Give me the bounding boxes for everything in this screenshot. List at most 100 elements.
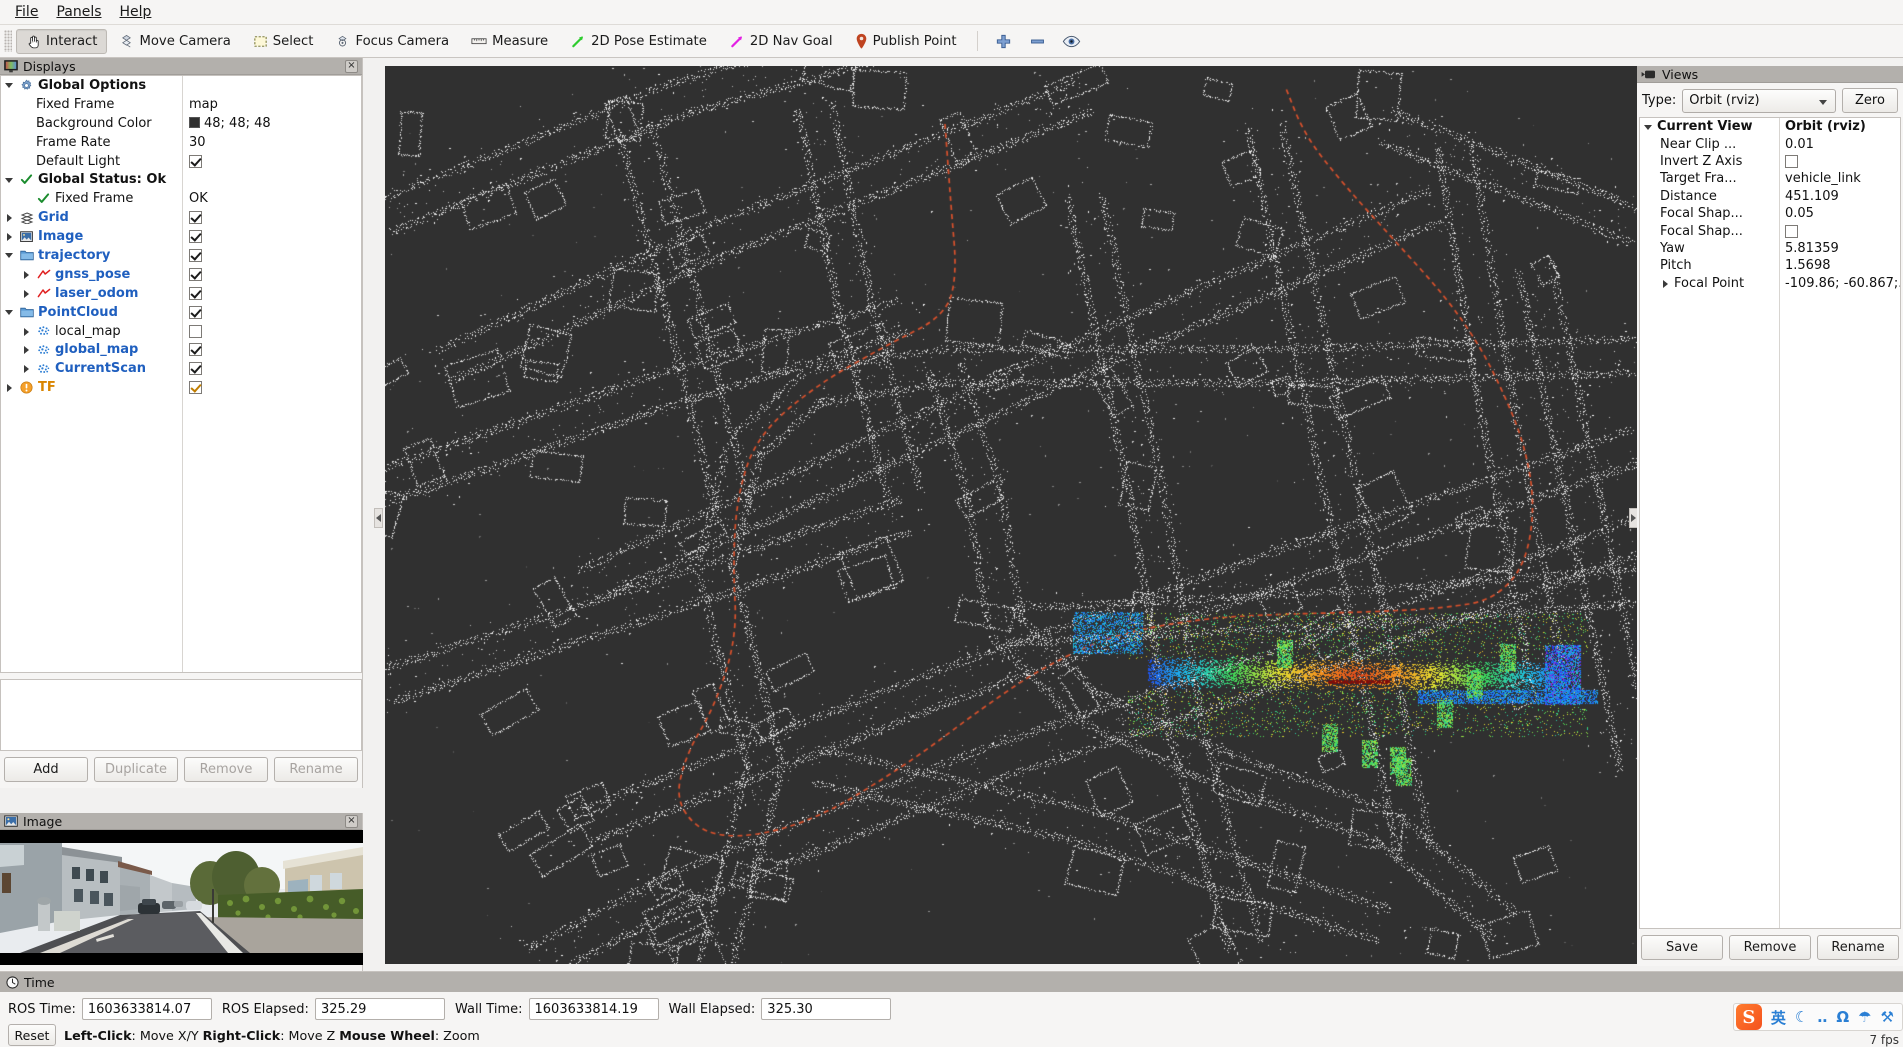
view-row-value[interactable]: 451.109 bbox=[1779, 189, 1900, 204]
chevron-right-icon[interactable] bbox=[21, 288, 32, 299]
displays-close-button[interactable]: × bbox=[345, 59, 358, 73]
view-row-value[interactable]: 5.81359 bbox=[1779, 241, 1900, 256]
ime-settings-icon[interactable]: ⚒ bbox=[1881, 1008, 1894, 1026]
display-enable-checkbox[interactable] bbox=[189, 230, 202, 244]
view-row-invert-z-axis[interactable]: Invert Z Axis bbox=[1640, 153, 1900, 170]
view-row-near-clip[interactable]: Near Clip ... 0.01 bbox=[1640, 135, 1900, 152]
view-row-value[interactable]: 0.01 bbox=[1779, 137, 1900, 152]
chevron-right-icon[interactable] bbox=[21, 344, 32, 355]
add-button[interactable]: Add bbox=[4, 757, 88, 782]
view-row-value[interactable] bbox=[1779, 224, 1900, 239]
display-row-laser-odom[interactable]: laser_odom bbox=[1, 284, 361, 303]
chevron-right-icon[interactable] bbox=[1660, 278, 1671, 289]
plus-icon[interactable] bbox=[990, 29, 1018, 54]
reset-button[interactable]: Reset bbox=[8, 1024, 56, 1046]
view-row-target-fra[interactable]: Target Fra... vehicle_link bbox=[1640, 170, 1900, 187]
display-row-value[interactable] bbox=[182, 361, 361, 376]
chevron-right-icon[interactable] bbox=[21, 326, 32, 337]
view-option-checkbox[interactable] bbox=[1785, 224, 1798, 238]
chevron-right-icon[interactable] bbox=[4, 212, 15, 223]
wall-time-input[interactable]: 1603633814.19 bbox=[528, 998, 659, 1020]
tool-measure[interactable]: Measure bbox=[461, 29, 558, 54]
pointcloud-canvas[interactable] bbox=[385, 66, 1637, 964]
tool-move-camera[interactable]: Move Camera bbox=[109, 29, 240, 54]
view-row-focal-shap[interactable]: Focal Shap... 0.05 bbox=[1640, 205, 1900, 222]
display-row-value[interactable] bbox=[182, 267, 361, 282]
display-row-value[interactable] bbox=[182, 305, 361, 320]
display-enable-checkbox[interactable] bbox=[189, 362, 202, 376]
menu-help[interactable]: Help bbox=[111, 2, 161, 22]
zero-button[interactable]: Zero bbox=[1842, 88, 1898, 113]
chevron-down-icon[interactable] bbox=[4, 250, 15, 261]
minus-icon[interactable] bbox=[1024, 29, 1052, 54]
ros-time-input[interactable]: 1603633814.07 bbox=[81, 998, 212, 1020]
display-enable-checkbox[interactable] bbox=[189, 248, 202, 262]
display-row-value[interactable] bbox=[182, 342, 361, 357]
ime-moon-icon[interactable]: ☾ bbox=[1795, 1008, 1808, 1026]
display-row-gnss-pose[interactable]: gnss_pose bbox=[1, 265, 361, 284]
tool-select[interactable]: Select bbox=[243, 29, 324, 54]
display-enable-checkbox[interactable] bbox=[189, 305, 202, 319]
sogou-ime-bar[interactable]: S 英 ☾ ‥ Ω ☂ ⚒ bbox=[1732, 1003, 1903, 1031]
display-enable-checkbox[interactable] bbox=[189, 211, 202, 225]
display-row-value[interactable]: 48; 48; 48 bbox=[182, 116, 361, 131]
save-view-button[interactable]: Save bbox=[1641, 935, 1723, 960]
duplicate-button[interactable]: Duplicate bbox=[94, 757, 178, 782]
display-row-value[interactable]: map bbox=[182, 97, 361, 112]
display-row-value[interactable]: 30 bbox=[182, 135, 361, 150]
tool-2d-nav-goal[interactable]: 2D Nav Goal bbox=[719, 29, 843, 54]
display-enable-checkbox[interactable] bbox=[189, 381, 202, 395]
display-row-value[interactable] bbox=[182, 286, 361, 301]
display-row-value[interactable] bbox=[182, 154, 361, 169]
display-row-global-map[interactable]: global_map bbox=[1, 340, 361, 359]
chevron-right-icon[interactable] bbox=[4, 382, 15, 393]
wall-elapsed-input[interactable]: 325.30 bbox=[761, 998, 892, 1020]
display-row-value[interactable] bbox=[182, 210, 361, 225]
eye-icon[interactable] bbox=[1058, 29, 1086, 54]
displays-tree[interactable]: Global Options Fixed Frame map Background C… bbox=[0, 75, 362, 673]
display-row-value[interactable] bbox=[182, 229, 361, 244]
view-row-distance[interactable]: Distance 451.109 bbox=[1640, 188, 1900, 205]
chevron-down-icon[interactable] bbox=[1643, 121, 1654, 132]
display-row-trajectory[interactable]: trajectory bbox=[1, 246, 361, 265]
display-row-value[interactable] bbox=[182, 324, 361, 339]
rename-button[interactable]: Rename bbox=[274, 757, 358, 782]
display-enable-checkbox[interactable] bbox=[189, 154, 202, 168]
display-enable-checkbox[interactable] bbox=[189, 324, 202, 338]
remove-button[interactable]: Remove bbox=[184, 757, 268, 782]
display-row-fixed-frame[interactable]: Fixed Frame OK bbox=[1, 189, 361, 208]
display-enable-checkbox[interactable] bbox=[189, 343, 202, 357]
ime-language-icon[interactable]: 英 bbox=[1771, 1007, 1786, 1028]
3d-render-view[interactable] bbox=[385, 66, 1637, 964]
sogou-logo-icon[interactable]: S bbox=[1735, 1004, 1762, 1030]
ime-symbol-icon[interactable]: Ω bbox=[1836, 1008, 1849, 1026]
views-tree[interactable]: Current View Orbit (rviz) Near Clip ... 0.0… bbox=[1639, 117, 1901, 929]
view-row-focal-shap[interactable]: Focal Shap... bbox=[1640, 222, 1900, 239]
ime-punctuation-icon[interactable]: ‥ bbox=[1817, 1008, 1827, 1026]
display-row-value[interactable] bbox=[182, 248, 361, 263]
tool-2d-pose-estimate[interactable]: 2D Pose Estimate bbox=[560, 29, 717, 54]
chevron-down-icon[interactable] bbox=[4, 307, 15, 318]
view-row-value[interactable]: 1.5698 bbox=[1779, 258, 1900, 273]
left-splitter-handle[interactable] bbox=[374, 508, 383, 528]
tool-interact[interactable]: Interact bbox=[16, 28, 108, 54]
remove-view-button[interactable]: Remove bbox=[1729, 935, 1811, 960]
menu-panels[interactable]: Panels bbox=[47, 2, 110, 22]
ime-skin-icon[interactable]: ☂ bbox=[1858, 1008, 1871, 1026]
display-row-global-status-ok[interactable]: Global Status: Ok bbox=[1, 170, 361, 189]
display-row-value[interactable]: OK bbox=[182, 191, 361, 206]
chevron-down-icon[interactable] bbox=[4, 174, 15, 185]
view-row-value[interactable]: vehicle_link bbox=[1779, 171, 1900, 186]
view-row-yaw[interactable]: Yaw 5.81359 bbox=[1640, 240, 1900, 257]
view-row-value[interactable]: 0.05 bbox=[1779, 206, 1900, 221]
view-option-checkbox[interactable] bbox=[1785, 154, 1798, 168]
display-enable-checkbox[interactable] bbox=[189, 267, 202, 281]
view-type-select[interactable]: Orbit (rviz) bbox=[1682, 88, 1836, 113]
toolbar-grip[interactable] bbox=[4, 30, 12, 52]
menu-file[interactable]: File bbox=[6, 2, 47, 22]
display-row-tf[interactable]: TF bbox=[1, 378, 361, 397]
display-row-grid[interactable]: Grid bbox=[1, 208, 361, 227]
display-row-fixed-frame[interactable]: Fixed Frame map bbox=[1, 95, 361, 114]
display-row-default-light[interactable]: Default Light bbox=[1, 152, 361, 171]
rename-view-button[interactable]: Rename bbox=[1817, 935, 1899, 960]
